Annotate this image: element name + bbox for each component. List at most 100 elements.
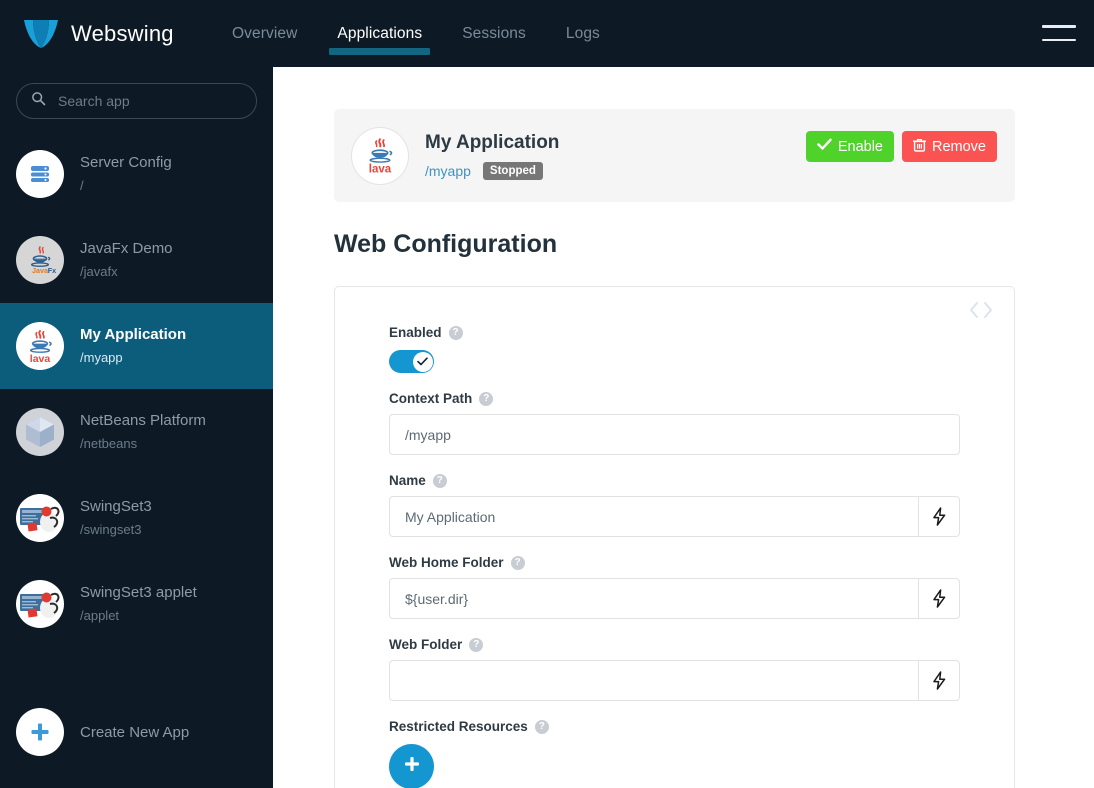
help-icon[interactable]: ? [469,637,484,652]
sidebar-item-text: SwingSet3 /swingset3 [80,497,152,539]
search-container [0,67,273,119]
sidebar-item-title: NetBeans Platform [80,412,206,430]
create-new-app-label: Create New App [80,723,190,741]
sidebar-item-swingset3-applet[interactable]: SwingSet3 applet /applet [0,561,273,647]
web-home-folder-field-label: Web Home Folder ? [389,555,960,570]
restricted-resources-field-label: Restricted Resources ? [389,719,960,734]
app-header-subline: /myapp Stopped [425,161,559,180]
check-icon [817,138,838,155]
sidebar-item-server-config[interactable]: Server Config / [0,131,273,217]
sidebar-item-text: NetBeans Platform /netbeans [80,411,206,453]
enabled-toggle[interactable] [389,350,434,373]
web-home-folder-input[interactable] [389,578,918,619]
sidebar-item-text: My Application /myapp [80,325,186,367]
app-header-text: My Application /myapp Stopped [425,132,559,180]
flash-bolt-icon[interactable] [918,660,960,701]
nav-item-applications[interactable]: Applications [329,19,430,55]
help-icon[interactable]: ? [448,325,463,340]
help-icon[interactable]: ? [432,473,447,488]
sidebar-item-text: SwingSet3 applet /applet [80,583,197,625]
app-path-link[interactable]: /myapp [425,163,471,179]
brand-name: Webswing [71,20,174,46]
restricted-resources-label-text: Restricted Resources [389,719,528,734]
nav-item-overview[interactable]: Overview [232,19,297,49]
add-restricted-resource-button[interactable] [389,744,434,788]
name-input[interactable] [389,496,918,537]
help-icon[interactable]: ? [534,719,549,734]
app-header-actions: Enable Remove [805,131,997,162]
java-icon: lava [16,322,64,370]
sidebar-item-title: Server Config [80,154,172,172]
enabled-field-label: Enabled ? [389,325,960,340]
page-title: My Application [425,131,560,153]
enable-button-label: Enable [837,138,883,155]
plus-icon [16,708,64,756]
sidebar-item-path: /myapp [80,350,123,366]
app-header-card: lava My Application /myapp Stopped Enabl… [334,109,1015,202]
sidebar-item-path: / [80,178,84,194]
status-badge: Stopped [482,161,543,180]
svg-text:Fx: Fx [48,266,56,275]
web-folder-label-text: Web Folder [389,637,463,652]
context-path-row [389,414,960,455]
flash-bolt-icon[interactable] [918,578,960,619]
sidebar-item-title: SwingSet3 applet [80,584,197,602]
netbeans-cube-icon [16,408,64,456]
server-config-icon [16,150,64,198]
search-box[interactable] [16,83,257,119]
hamburger-line [1042,25,1076,28]
name-field-label: Name ? [389,473,960,488]
sidebar-item-title: SwingSet3 [80,498,152,516]
sidebar-item-text: JavaFx Demo /javafx [80,239,173,281]
nav-item-logs[interactable]: Logs [566,19,600,49]
app-list: Server Config / Java Fx JavaFx Demo /jav… [0,131,273,647]
brand[interactable]: Webswing [22,17,204,51]
swingset3-icon [16,494,64,542]
sidebar-item-path: /netbeans [80,436,138,452]
enabled-label-text: Enabled [389,325,442,340]
name-row [389,496,960,537]
search-input[interactable] [56,92,242,110]
web-home-folder-row [389,578,960,619]
javafx-icon: Java Fx [16,236,64,284]
web-folder-input[interactable] [389,660,918,701]
sidebar-item-my-application[interactable]: lava My Application /myapp [0,303,273,389]
svg-text:lava: lava [30,353,51,365]
name-label-text: Name [389,473,426,488]
top-navigation-bar: Webswing Overview Applications Sessions … [0,0,1094,67]
web-configuration-panel: Enabled ? Context Path ? Name ? [334,286,1015,788]
remove-button[interactable]: Remove [902,131,997,162]
sidebar-item-path: /javafx [80,264,118,280]
trash-icon [912,138,932,156]
sidebar-item-javafx-demo[interactable]: Java Fx JavaFx Demo /javafx [0,217,273,303]
swingset3-icon [16,580,64,628]
nav-tabs: Overview Applications Sessions Logs [232,0,640,67]
code-brackets-icon[interactable] [968,301,994,324]
flash-bolt-icon[interactable] [918,496,960,537]
sidebar-item-swingset3[interactable]: SwingSet3 /swingset3 [0,475,273,561]
web-folder-field-label: Web Folder ? [389,637,960,652]
nav-item-sessions[interactable]: Sessions [462,19,526,49]
web-folder-row [389,660,960,701]
sidebar-item-title: JavaFx Demo [80,240,173,258]
hamburger-line [1042,38,1076,41]
help-icon[interactable]: ? [479,391,494,406]
help-icon[interactable]: ? [510,555,525,570]
webswing-butterfly-logo-icon [22,17,60,51]
sidebar-item-title: My Application [80,326,187,344]
context-path-field-label: Context Path ? [389,391,960,406]
hamburger-menu-icon[interactable] [1042,21,1076,45]
sidebar-item-path: /swingset3 [80,522,142,538]
web-home-folder-label-text: Web Home Folder [389,555,504,570]
enable-button[interactable]: Enable [805,131,894,162]
search-icon [31,91,46,111]
remove-button-label: Remove [932,138,986,155]
create-new-app-button[interactable]: Create New App [0,697,273,767]
svg-text:lava: lava [369,163,392,175]
app-root: Webswing Overview Applications Sessions … [0,0,1094,788]
svg-text:Java: Java [32,266,49,275]
sidebar-item-path: /applet [80,608,120,624]
context-path-input[interactable] [389,414,960,455]
main-content: lava My Application /myapp Stopped Enabl… [273,67,1094,788]
sidebar-item-netbeans-platform[interactable]: NetBeans Platform /netbeans [0,389,273,475]
